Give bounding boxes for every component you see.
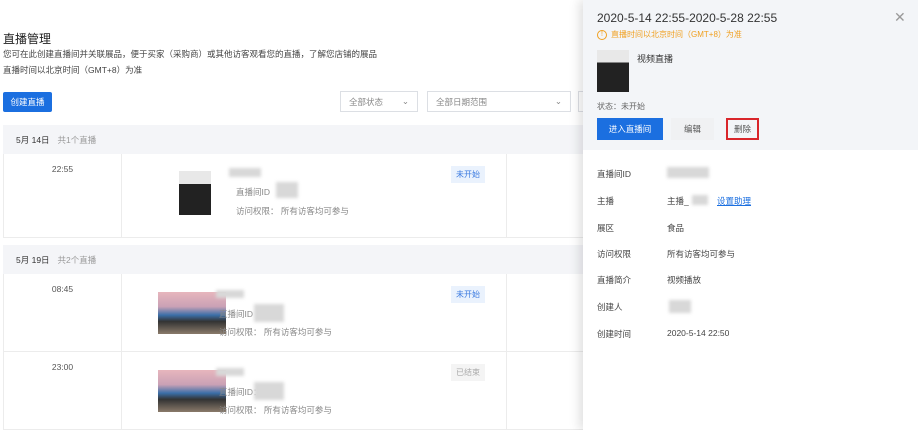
live-time: 08:45 [51, 284, 74, 294]
created-label: 创建时间 [597, 329, 632, 339]
table-row[interactable]: 08:45 直播间ID 访问权限： 所有访客均可参与 未开始 [3, 274, 583, 352]
chevron-down-icon: ⌄ [401, 96, 409, 106]
creator-redacted [669, 300, 691, 313]
date-range-value: 全部日期范围 [436, 96, 488, 107]
live-name: 视频直播 [637, 54, 674, 64]
live-time: 23:00 [51, 362, 74, 372]
group-count: 共2个直播 [57, 254, 97, 265]
edit-button[interactable]: 编辑 [671, 118, 714, 140]
room-id-redacted [667, 167, 709, 178]
intro-label: 直播简介 [597, 275, 632, 285]
access-text: 访问权限： 所有访客均可参与 [219, 405, 332, 415]
status-badge: 未开始 [451, 166, 485, 183]
delete-button[interactable]: 删除 [726, 118, 759, 140]
table-row[interactable]: 23:00 直播间ID： 访问权限： 所有访客均可参与 已结束 [3, 352, 583, 430]
table-row[interactable]: 22:55 直播间ID 访问权限： 所有访客均可参与 未开始 [3, 154, 583, 238]
live-thumbnail [597, 50, 629, 92]
zone-label: 展区 [597, 223, 615, 233]
set-assistant-link[interactable]: 设置助理 [717, 195, 751, 207]
room-id-label: 直播间ID [219, 309, 254, 319]
group-date: 5月 19日 [16, 254, 50, 265]
access-label: 访问权限 [597, 249, 632, 259]
date-range-select[interactable]: 全部日期范围 ⌄ [427, 91, 571, 112]
zone-value: 食品 [667, 223, 685, 233]
creator-label: 创建人 [597, 302, 623, 312]
room-id-label: 直播间ID [236, 187, 271, 197]
live-time: 22:55 [51, 164, 74, 174]
page-title: 直播管理 [3, 32, 52, 46]
created-value: 2020-5-14 22:50 [667, 328, 730, 338]
status-badge: 已结束 [451, 364, 485, 381]
chevron-down-icon: ⌄ [554, 96, 562, 106]
live-status: 状态：未开始 [597, 102, 645, 111]
group-count: 共1个直播 [57, 134, 97, 145]
group-header: 5月 19日 共2个直播 [3, 245, 583, 274]
page-description: 您可在此创建直播间并关联展品，便于买家（采购商）或其他访客观看您的直播，了解您店… [3, 49, 378, 59]
live-detail-drawer: 2020-5-14 22:55-2020-5-28 22:55 ✕ ! 直播时间… [583, 0, 918, 430]
warning-icon: ! [597, 29, 607, 40]
access-value: 所有访客均可参与 [667, 249, 736, 259]
create-live-button[interactable]: 创建直播 [3, 92, 52, 112]
live-thumbnail [158, 292, 226, 334]
close-icon[interactable]: ✕ [894, 9, 906, 26]
host-value: 主播_ [667, 196, 689, 206]
timezone-note: 直播时间以北京时间（GMT+8）为准 [3, 65, 143, 75]
room-id-label: 直播间ID [597, 169, 632, 179]
access-text: 访问权限： 所有访客均可参与 [236, 206, 349, 216]
drawer-title: 2020-5-14 22:55-2020-5-28 22:55 [597, 11, 778, 25]
status-filter-select[interactable]: 全部状态 ⌄ [340, 91, 418, 112]
status-badge: 未开始 [451, 286, 485, 303]
enter-room-button[interactable]: 进入直播间 [597, 118, 663, 140]
live-name-redacted [229, 168, 261, 177]
group-date: 5月 14日 [16, 134, 50, 145]
access-text: 访问权限： 所有访客均可参与 [219, 327, 332, 337]
timezone-notice: 直播时间以北京时间（GMT+8）为准 [611, 30, 742, 39]
intro-value: 视频播放 [667, 275, 702, 285]
status-filter-value: 全部状态 [349, 96, 384, 107]
group-header: 5月 14日 共1个直播 [3, 125, 583, 154]
host-label: 主播 [597, 196, 615, 206]
live-thumbnail [179, 171, 211, 215]
live-thumbnail [158, 370, 226, 412]
